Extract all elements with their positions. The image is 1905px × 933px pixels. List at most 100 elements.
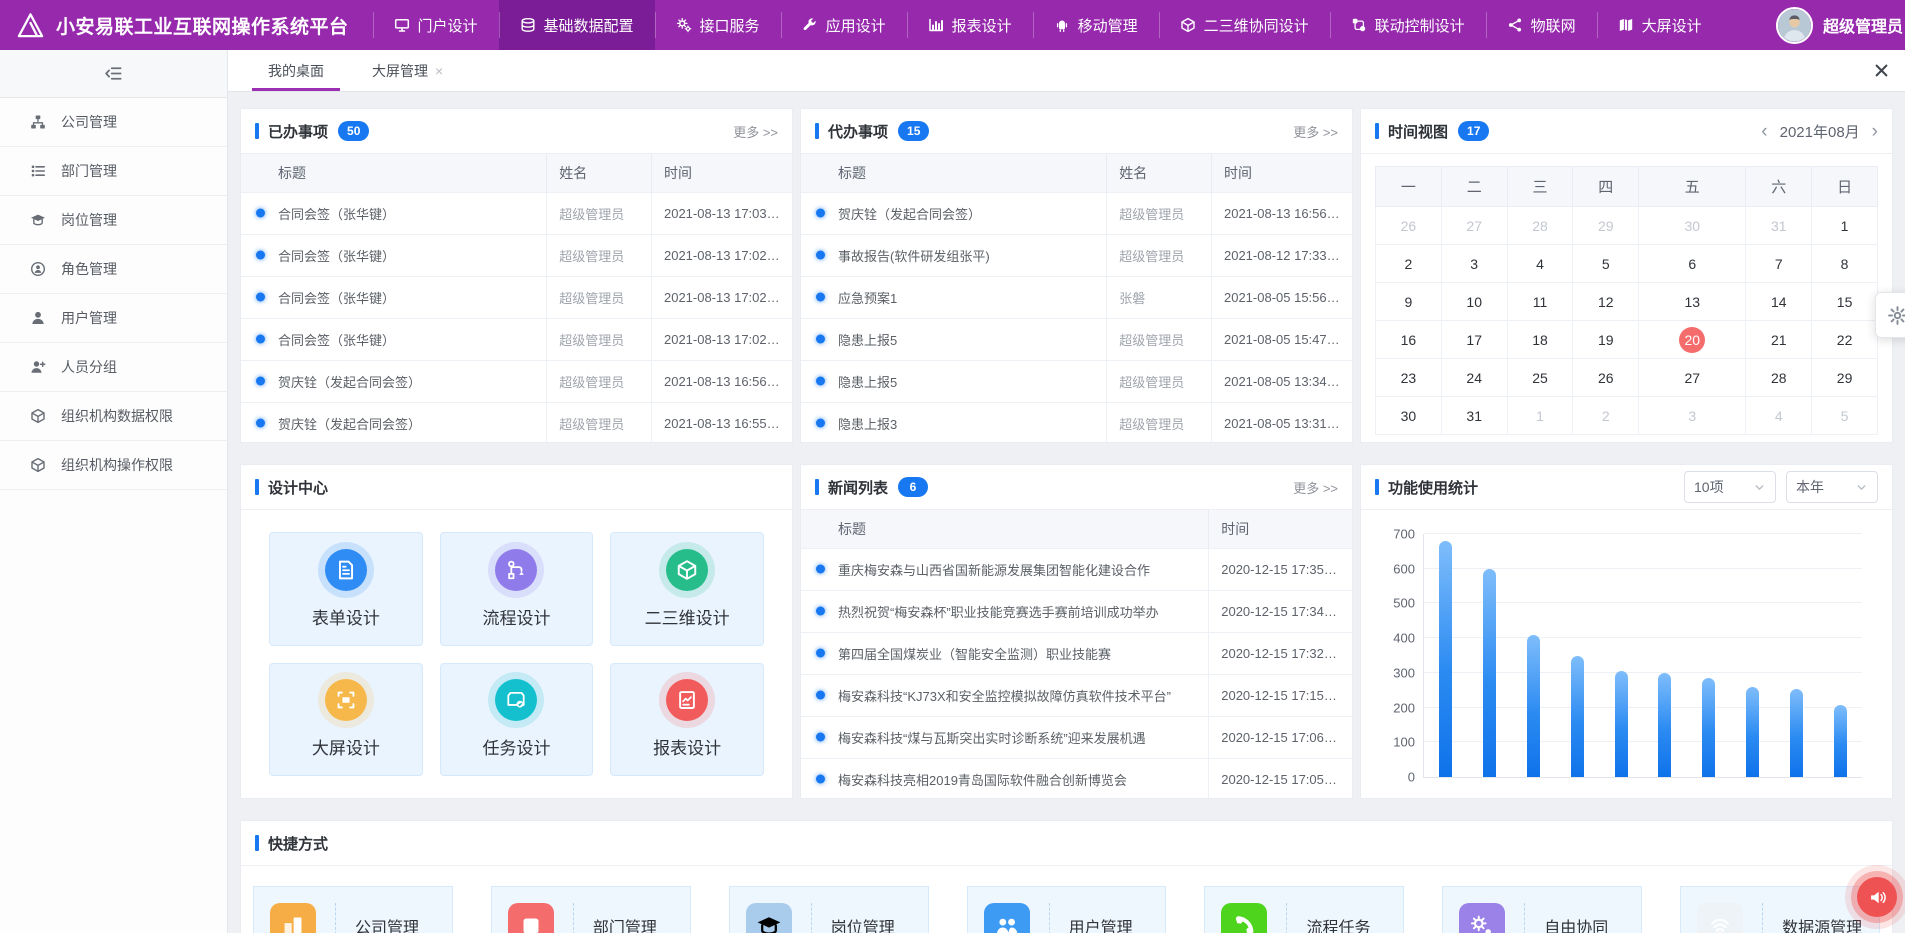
design-card-2[interactable]: 流程设计 bbox=[440, 532, 594, 646]
voice-broadcast-fab[interactable] bbox=[1857, 877, 1897, 917]
design-card-5[interactable]: 任务设计 bbox=[440, 663, 594, 777]
table-row[interactable]: 隐患上报5超级管理员2021-08-05 15:47:05 bbox=[801, 318, 1352, 360]
tab-close-icon[interactable]: × bbox=[435, 64, 443, 78]
sidebar-item-7[interactable]: 组织机构数据权限 bbox=[0, 392, 227, 441]
table-row[interactable]: 贺庆铨（发起合同会签）超级管理员2021-08-13 16:56:07 bbox=[241, 360, 792, 402]
nav-item-2[interactable]: 基础数据配置 bbox=[499, 0, 655, 50]
bar[interactable] bbox=[1702, 678, 1715, 777]
sidebar-collapse-button[interactable] bbox=[0, 50, 227, 98]
shortcut-card-4[interactable]: 用户管理 bbox=[967, 886, 1167, 933]
calendar-day[interactable]: 7 bbox=[1746, 245, 1812, 283]
user-avatar[interactable] bbox=[1776, 7, 1813, 44]
calendar-day[interactable]: 26 bbox=[1573, 359, 1639, 397]
table-row[interactable]: 隐患上报3超级管理员2021-08-05 13:31:38 bbox=[801, 402, 1352, 443]
sidebar-item-6[interactable]: 人员分组 bbox=[0, 343, 227, 392]
calendar-day[interactable]: 4 bbox=[1746, 397, 1812, 435]
table-row[interactable]: 第四届全国煤炭业（智能安全监测）职业技能赛2020-12-15 17:32:54 bbox=[801, 632, 1352, 674]
calendar-day[interactable]: 6 bbox=[1639, 245, 1746, 283]
design-card-3[interactable]: 二三维设计 bbox=[610, 532, 764, 646]
bar[interactable] bbox=[1658, 673, 1671, 777]
settings-fab[interactable] bbox=[1875, 292, 1905, 338]
user-area[interactable]: 超级管理员 bbox=[1776, 7, 1905, 44]
calendar-day[interactable]: 26 bbox=[1376, 207, 1442, 245]
calendar-day[interactable]: 29 bbox=[1573, 207, 1639, 245]
sidebar-item-8[interactable]: 组织机构操作权限 bbox=[0, 441, 227, 490]
nav-item-10[interactable]: 大屏设计 bbox=[1597, 0, 1723, 50]
more-link[interactable]: 更多 >> bbox=[1293, 478, 1338, 497]
calendar-day[interactable]: 28 bbox=[1507, 207, 1573, 245]
prev-month-button[interactable]: ‹ bbox=[1761, 122, 1767, 141]
nav-item-1[interactable]: 门户设计 bbox=[373, 0, 499, 50]
calendar-day[interactable]: 24 bbox=[1441, 359, 1507, 397]
close-all-tabs-icon[interactable] bbox=[1874, 63, 1889, 78]
calendar-day[interactable]: 21 bbox=[1746, 321, 1812, 359]
calendar-day[interactable]: 30 bbox=[1376, 397, 1442, 435]
calendar-day[interactable]: 3 bbox=[1441, 245, 1507, 283]
table-row[interactable]: 重庆梅安森与山西省国新能源发展集团智能化建设合作2020-12-15 17:35… bbox=[801, 548, 1352, 590]
table-row[interactable]: 梅安森科技“煤与瓦斯突出实时诊断系统”迎来发展机遇2020-12-15 17:0… bbox=[801, 716, 1352, 758]
bar[interactable] bbox=[1527, 635, 1540, 777]
calendar-day[interactable]: 4 bbox=[1507, 245, 1573, 283]
calendar-day[interactable]: 23 bbox=[1376, 359, 1442, 397]
bar[interactable] bbox=[1439, 541, 1452, 777]
bar[interactable] bbox=[1834, 705, 1847, 777]
table-row[interactable]: 隐患上报5超级管理员2021-08-05 13:34:02 bbox=[801, 360, 1352, 402]
nav-item-6[interactable]: 移动管理 bbox=[1033, 0, 1159, 50]
calendar-day[interactable]: 3 bbox=[1639, 397, 1746, 435]
table-row[interactable]: 贺庆铨（发起合同会签）超级管理员2021-08-13 16:55:36 bbox=[241, 402, 792, 443]
shortcut-card-6[interactable]: 自由协同 bbox=[1442, 886, 1642, 933]
calendar-day[interactable]: 31 bbox=[1441, 397, 1507, 435]
table-row[interactable]: 热烈祝贺“梅安森杯”职业技能竞赛选手赛前培训成功举办2020-12-15 17:… bbox=[801, 590, 1352, 632]
calendar-day[interactable]: 13 bbox=[1639, 283, 1746, 321]
bar[interactable] bbox=[1483, 569, 1496, 777]
calendar-day[interactable]: 12 bbox=[1573, 283, 1639, 321]
calendar-day[interactable]: 2 bbox=[1573, 397, 1639, 435]
calendar-day[interactable]: 22 bbox=[1812, 321, 1878, 359]
shortcut-card-1[interactable]: 公司管理 bbox=[253, 886, 453, 933]
more-link[interactable]: 更多 >> bbox=[733, 122, 778, 141]
more-link[interactable]: 更多 >> bbox=[1293, 122, 1338, 141]
table-row[interactable]: 合同会签（张华键）超级管理员2021-08-13 17:02:52 bbox=[241, 234, 792, 276]
nav-item-9[interactable]: 物联网 bbox=[1486, 0, 1597, 50]
sidebar-item-1[interactable]: 公司管理 bbox=[0, 98, 227, 147]
tab-1[interactable]: 我的桌面 bbox=[244, 50, 348, 91]
tab-2[interactable]: 大屏管理× bbox=[348, 50, 467, 91]
sidebar-item-5[interactable]: 用户管理 bbox=[0, 294, 227, 343]
bar[interactable] bbox=[1615, 671, 1628, 777]
calendar-day[interactable]: 16 bbox=[1376, 321, 1442, 359]
nav-item-7[interactable]: 二三维协同设计 bbox=[1159, 0, 1330, 50]
calendar-day[interactable]: 10 bbox=[1441, 283, 1507, 321]
table-row[interactable]: 梅安森科技亮相2019青岛国际软件融合创新博览会2020-12-15 17:05… bbox=[801, 758, 1352, 799]
calendar-day[interactable]: 27 bbox=[1639, 359, 1746, 397]
next-month-button[interactable]: › bbox=[1872, 122, 1878, 141]
design-card-4[interactable]: 大屏设计 bbox=[269, 663, 423, 777]
period-select[interactable]: 本年 bbox=[1786, 471, 1878, 503]
items-count-select[interactable]: 10项 bbox=[1684, 471, 1776, 503]
shortcut-card-5[interactable]: 流程任务 bbox=[1204, 886, 1404, 933]
calendar-day[interactable]: 27 bbox=[1441, 207, 1507, 245]
table-row[interactable]: 应急预案1张磐2021-08-05 15:56:03 bbox=[801, 276, 1352, 318]
table-row[interactable]: 合同会签（张华键）超级管理员2021-08-13 17:03:33 bbox=[241, 192, 792, 234]
shortcut-card-2[interactable]: 部门管理 bbox=[491, 886, 691, 933]
design-card-6[interactable]: 报表设计 bbox=[610, 663, 764, 777]
shortcut-card-3[interactable]: 岗位管理 bbox=[729, 886, 929, 933]
calendar-day[interactable]: 30 bbox=[1639, 207, 1746, 245]
nav-item-8[interactable]: 联动控制设计 bbox=[1330, 0, 1486, 50]
calendar-day[interactable]: 25 bbox=[1507, 359, 1573, 397]
table-row[interactable]: 事故报告(软件研发组张平)超级管理员2021-08-12 17:33:25 bbox=[801, 234, 1352, 276]
sidebar-item-3[interactable]: 岗位管理 bbox=[0, 196, 227, 245]
calendar-day[interactable]: 15 bbox=[1812, 283, 1878, 321]
table-row[interactable]: 合同会签（张华键）超级管理员2021-08-13 17:02:05 bbox=[241, 318, 792, 360]
calendar-day[interactable]: 28 bbox=[1746, 359, 1812, 397]
nav-item-3[interactable]: 接口服务 bbox=[655, 0, 781, 50]
bar[interactable] bbox=[1790, 689, 1803, 777]
calendar-day[interactable]: 2 bbox=[1376, 245, 1442, 283]
calendar-day[interactable]: 18 bbox=[1507, 321, 1573, 359]
sidebar-item-2[interactable]: 部门管理 bbox=[0, 147, 227, 196]
shortcut-card-7[interactable]: 数据源管理 bbox=[1680, 886, 1880, 933]
calendar-day[interactable]: 5 bbox=[1812, 397, 1878, 435]
bar[interactable] bbox=[1746, 687, 1759, 777]
calendar-day[interactable]: 29 bbox=[1812, 359, 1878, 397]
calendar-day[interactable]: 1 bbox=[1812, 207, 1878, 245]
calendar-day[interactable]: 14 bbox=[1746, 283, 1812, 321]
